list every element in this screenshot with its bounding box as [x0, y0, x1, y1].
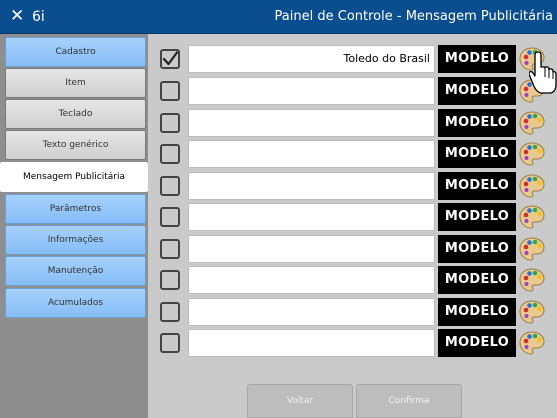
- sidebar-item-item[interactable]: Item: [5, 68, 146, 98]
- modelo-button[interactable]: MODELO: [438, 172, 516, 200]
- palette-icon[interactable]: [519, 173, 545, 199]
- window-title: Painel de Controle - Mensagem Publicitár…: [274, 9, 553, 24]
- sidebar-item-acumulados[interactable]: Acumulados: [5, 288, 146, 318]
- message-checkbox[interactable]: [160, 81, 180, 101]
- message-checkbox[interactable]: [160, 333, 180, 353]
- message-row: MODELO: [148, 171, 557, 201]
- modelo-button[interactable]: MODELO: [438, 77, 516, 105]
- palette-icon[interactable]: [519, 267, 545, 293]
- sidebar-item-parametros[interactable]: Parâmetros: [5, 194, 146, 224]
- hand-cursor-icon: [529, 51, 557, 94]
- message-row: MODELO: [148, 328, 557, 358]
- palette-icon[interactable]: [519, 299, 545, 325]
- message-row: MODELO: [148, 76, 557, 106]
- message-text-field[interactable]: [188, 235, 435, 263]
- confirm-button[interactable]: Confirma: [356, 384, 462, 418]
- message-row: MODELO: [148, 234, 557, 264]
- message-checkbox[interactable]: [160, 49, 180, 69]
- message-checkbox[interactable]: [160, 207, 180, 227]
- sidebar-item-manutencao[interactable]: Manutenção: [5, 256, 146, 286]
- message-checkbox[interactable]: [160, 239, 180, 259]
- palette-icon[interactable]: [519, 330, 545, 356]
- message-row: MODELO: [148, 202, 557, 232]
- palette-icon[interactable]: [519, 204, 545, 230]
- app-name: 6i: [32, 9, 45, 25]
- back-button[interactable]: Voltar: [247, 384, 353, 418]
- check-icon: [162, 51, 178, 66]
- message-checkbox[interactable]: [160, 302, 180, 322]
- modelo-button[interactable]: MODELO: [438, 140, 516, 168]
- close-icon[interactable]: ✕: [10, 6, 24, 26]
- sidebar-item-texto-generico[interactable]: Texto genérico: [5, 130, 146, 160]
- message-checkbox[interactable]: [160, 144, 180, 164]
- message-text-field[interactable]: Toledo do Brasil: [188, 45, 435, 73]
- modelo-button[interactable]: MODELO: [438, 109, 516, 137]
- message-row: MODELO: [148, 139, 557, 169]
- message-checkbox[interactable]: [160, 270, 180, 290]
- message-text-field[interactable]: [188, 109, 435, 137]
- message-text-field[interactable]: [188, 298, 435, 326]
- message-text-field[interactable]: [188, 266, 435, 294]
- message-text-field[interactable]: [188, 172, 435, 200]
- sidebar: Cadastro Item Teclado Texto genérico Men…: [0, 34, 148, 418]
- modelo-button[interactable]: MODELO: [438, 298, 516, 326]
- palette-icon[interactable]: [519, 236, 545, 262]
- message-row: MODELO: [148, 297, 557, 327]
- sidebar-item-cadastro[interactable]: Cadastro: [5, 37, 146, 67]
- message-text-field[interactable]: [188, 77, 435, 105]
- modelo-button[interactable]: MODELO: [438, 45, 516, 73]
- modelo-button[interactable]: MODELO: [438, 266, 516, 294]
- message-row: MODELO: [148, 265, 557, 295]
- message-text-field[interactable]: [188, 329, 435, 357]
- message-checkbox[interactable]: [160, 176, 180, 196]
- message-text-field[interactable]: [188, 203, 435, 231]
- message-row: MODELO: [148, 108, 557, 138]
- title-bar: ✕ 6i Painel de Controle - Mensagem Publi…: [0, 0, 557, 34]
- modelo-button[interactable]: MODELO: [438, 329, 516, 357]
- sidebar-item-mensagem-publicitaria[interactable]: Mensagem Publicitária: [0, 162, 148, 192]
- message-row: Toledo do Brasil MODELO: [148, 44, 557, 74]
- sidebar-item-informacoes[interactable]: Informações: [5, 225, 146, 255]
- modelo-button[interactable]: MODELO: [438, 235, 516, 263]
- palette-icon[interactable]: [519, 141, 545, 167]
- modelo-button[interactable]: MODELO: [438, 203, 516, 231]
- palette-icon[interactable]: [519, 110, 545, 136]
- message-list-panel: Toledo do Brasil MODELO MODELO MODELO MO…: [148, 34, 557, 418]
- message-checkbox[interactable]: [160, 113, 180, 133]
- message-text-field[interactable]: [188, 140, 435, 168]
- sidebar-item-teclado[interactable]: Teclado: [5, 99, 146, 129]
